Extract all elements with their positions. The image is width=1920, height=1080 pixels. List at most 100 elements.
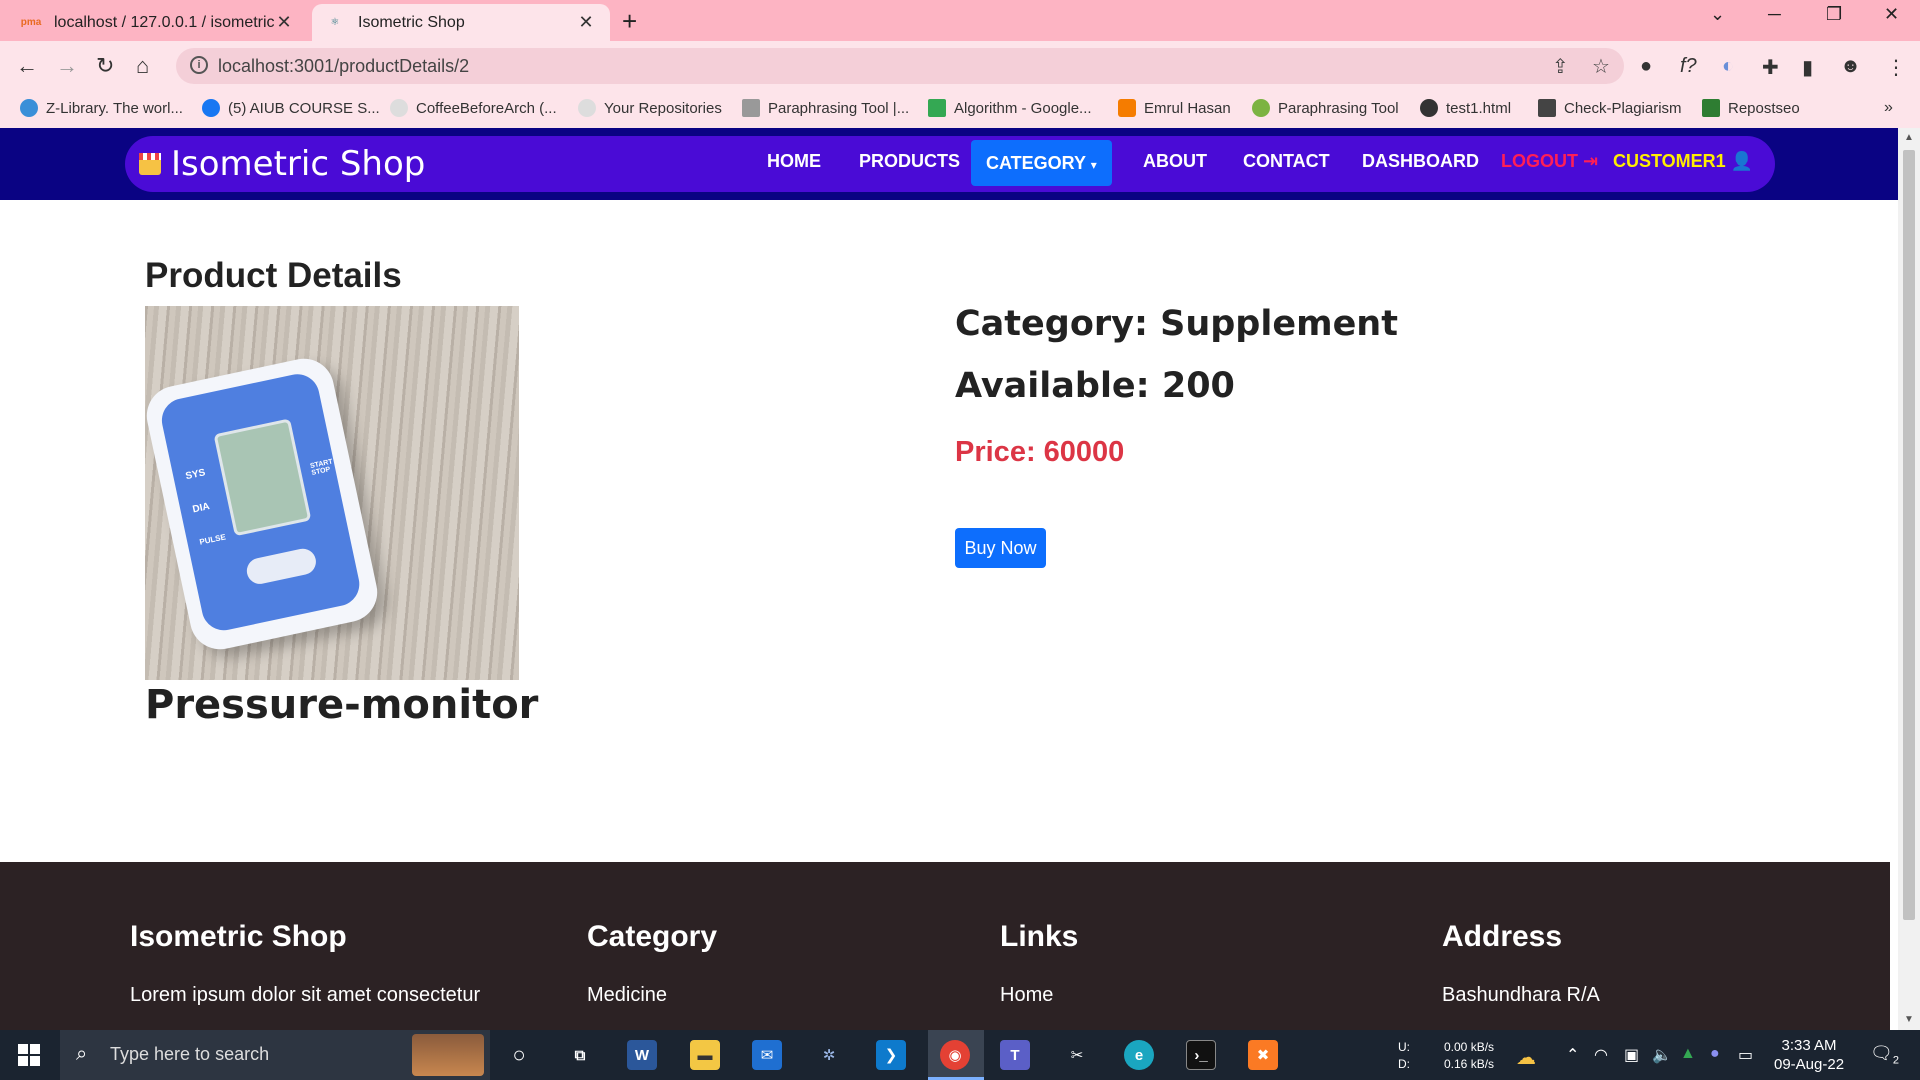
footer-about: Isometric Shop Lorem ipsum dolor sit ame… <box>130 920 480 1007</box>
tray-chevron-icon[interactable]: ⌃ <box>1566 1045 1579 1065</box>
shop-icon <box>139 153 161 175</box>
address-bar[interactable]: i localhost:3001/productDetails/2 ⇪ ☆ <box>176 48 1624 84</box>
net-download-speed: 0.16 kB/s <box>1444 1057 1495 1071</box>
browser-menu-icon[interactable]: ⋮ <box>1886 55 1906 80</box>
notification-center-icon[interactable]: 🗨2 <box>1870 1043 1899 1067</box>
vscode-icon[interactable]: ❯ <box>876 1040 906 1070</box>
brand-name: Isometric Shop <box>171 144 426 184</box>
volume-icon[interactable]: 🔈 <box>1652 1045 1672 1065</box>
tab-title: Isometric Shop <box>358 13 465 31</box>
nav-about[interactable]: ABOUT <box>1143 151 1207 172</box>
tab-title: localhost / 127.0.0.1 / isometric_ <box>54 13 274 31</box>
back-icon[interactable]: ← <box>16 53 38 79</box>
system-clock[interactable]: 3:33 AM 09-Aug-22 <box>1774 1036 1844 1074</box>
footer-links: Links Home <box>1000 920 1078 1007</box>
url-text[interactable]: localhost:3001/productDetails/2 <box>218 56 469 77</box>
edge-icon[interactable]: e <box>1124 1040 1154 1070</box>
tab-close-icon[interactable]: ✕ <box>576 12 596 33</box>
page-scrollbar[interactable]: ▲ ▼ <box>1898 128 1920 1030</box>
tab-phpmyadmin[interactable]: pma localhost / 127.0.0.1 / isometric_ ✕ <box>8 4 308 41</box>
scroll-up-icon[interactable]: ▲ <box>1904 132 1914 143</box>
bookmark-item[interactable]: Z-Library. The worl... <box>20 99 183 117</box>
clock-date: 09-Aug-22 <box>1774 1056 1845 1073</box>
wifi-icon[interactable]: ◠ <box>1594 1045 1608 1065</box>
extension-formula-icon[interactable]: f? <box>1680 55 1697 78</box>
bookmark-item[interactable]: CoffeeBeforeArch (... <box>390 99 557 117</box>
taskbar-search-placeholder[interactable]: Type here to search <box>110 1044 269 1065</box>
product-image: SYS DIA PULSE START STOP <box>145 306 519 680</box>
bookmark-label: Algorithm - Google... <box>954 99 1092 117</box>
forward-icon[interactable]: → <box>56 53 78 79</box>
minimize-icon[interactable]: ─ <box>1768 4 1781 25</box>
reload-icon[interactable]: ↻ <box>96 53 114 79</box>
bookmark-item[interactable]: Repostseo <box>1702 99 1800 117</box>
net-upload-speed: 0.00 kB/s <box>1444 1040 1495 1054</box>
tab-close-icon[interactable]: ✕ <box>274 12 294 33</box>
teams-icon[interactable]: T <box>1000 1040 1030 1070</box>
nav-category-dropdown[interactable]: CATEGORY ▾ <box>971 140 1112 186</box>
nav-products[interactable]: PRODUCTS <box>859 151 960 172</box>
feather-icon <box>1252 99 1270 117</box>
extensions-puzzle-icon[interactable]: ✚ <box>1762 55 1779 80</box>
chrome-icon[interactable]: ◉ <box>940 1040 970 1070</box>
bookmark-item[interactable]: Paraphrasing Tool <box>1252 99 1399 117</box>
page-title: Product Details <box>145 256 402 295</box>
xampp-icon[interactable]: ✖ <box>1248 1040 1278 1070</box>
profile-avatar-icon[interactable]: ☻ <box>1840 55 1861 78</box>
nav-dashboard[interactable]: DASHBOARD <box>1362 151 1479 172</box>
more-bookmarks-icon[interactable]: » <box>1884 99 1893 117</box>
tab-search-chevron-icon[interactable]: ⌄ <box>1710 4 1725 25</box>
extension-globe-icon[interactable]: ● <box>1640 55 1652 78</box>
footer-home-link[interactable]: Home <box>1000 984 1078 1007</box>
taskbar-search[interactable]: ⌕ Type here to search <box>60 1030 490 1080</box>
new-tab-icon[interactable]: + <box>622 6 637 37</box>
weather-icon[interactable]: ☁ <box>1516 1045 1536 1070</box>
extension-shield-icon[interactable]: ◐ <box>1722 55 1734 78</box>
teams-tray-icon[interactable]: ● <box>1710 1045 1720 1063</box>
brand-logo[interactable]: Isometric Shop <box>139 144 425 184</box>
windows-start-icon[interactable] <box>18 1044 40 1066</box>
bookmark-item[interactable]: Paraphrasing Tool |... <box>742 99 909 117</box>
terminal-icon[interactable]: ›_ <box>1186 1040 1216 1070</box>
restore-icon[interactable]: ❐ <box>1826 4 1842 25</box>
bookmark-star-icon[interactable]: ☆ <box>1592 54 1610 79</box>
buy-now-button[interactable]: Buy Now <box>955 528 1046 568</box>
sign-out-icon: ⇥ <box>1583 151 1599 171</box>
window-close-icon[interactable]: ✕ <box>1884 4 1899 25</box>
site-info-icon[interactable]: i <box>190 56 208 74</box>
scroll-down-icon[interactable]: ▼ <box>1904 1014 1914 1025</box>
snipping-tool-icon[interactable]: ✂ <box>1062 1040 1092 1070</box>
footer-category-link[interactable]: Medicine <box>587 984 717 1007</box>
scrollbar-thumb[interactable] <box>1903 150 1915 920</box>
bookmark-item[interactable]: Algorithm - Google... <box>928 99 1092 117</box>
bookmark-item[interactable]: Check-Plagiarism <box>1538 99 1682 117</box>
battery-icon[interactable]: ▭ <box>1738 1045 1753 1065</box>
nav-customer[interactable]: CUSTOMER1 👤 <box>1613 151 1753 172</box>
bookmark-item[interactable]: test1.html <box>1420 99 1511 117</box>
caret-down-icon: ▾ <box>1090 158 1097 172</box>
meet-now-icon[interactable]: ▣ <box>1624 1045 1639 1065</box>
task-view-icon[interactable]: ⧉ <box>565 1040 595 1070</box>
bookmark-item[interactable]: (5) AIUB COURSE S... <box>202 99 380 117</box>
tab-isometric-shop[interactable]: ⚛ Isometric Shop ✕ <box>312 4 610 41</box>
nav-logout[interactable]: LOGOUT ⇥ <box>1501 151 1598 172</box>
clock-time: 3:33 AM <box>1781 1037 1837 1054</box>
home-icon[interactable]: ⌂ <box>136 53 149 79</box>
bookmark-item[interactable]: Your Repositories <box>578 99 722 117</box>
share-icon[interactable]: ⇪ <box>1552 54 1569 79</box>
monitor-screen <box>213 418 312 537</box>
footer-category-title: Category <box>587 920 718 953</box>
search-icon: ⌕ <box>76 1043 88 1065</box>
mail-icon[interactable]: ✉ <box>752 1040 782 1070</box>
bug-icon[interactable]: ✲ <box>814 1040 844 1070</box>
nav-contact[interactable]: CONTACT <box>1243 151 1330 172</box>
side-panel-icon[interactable]: ▮ <box>1802 55 1813 80</box>
bookmark-item[interactable]: Emrul Hasan <box>1118 99 1231 117</box>
file-explorer-icon[interactable]: ▬ <box>690 1040 720 1070</box>
cortana-icon[interactable]: ○ <box>504 1040 534 1070</box>
nav-home[interactable]: HOME <box>767 151 821 172</box>
monitor-buttons <box>244 546 319 587</box>
word-icon[interactable]: W <box>627 1040 657 1070</box>
facebook-icon <box>202 99 220 117</box>
google-drive-tray-icon[interactable]: ▲ <box>1680 1045 1696 1063</box>
